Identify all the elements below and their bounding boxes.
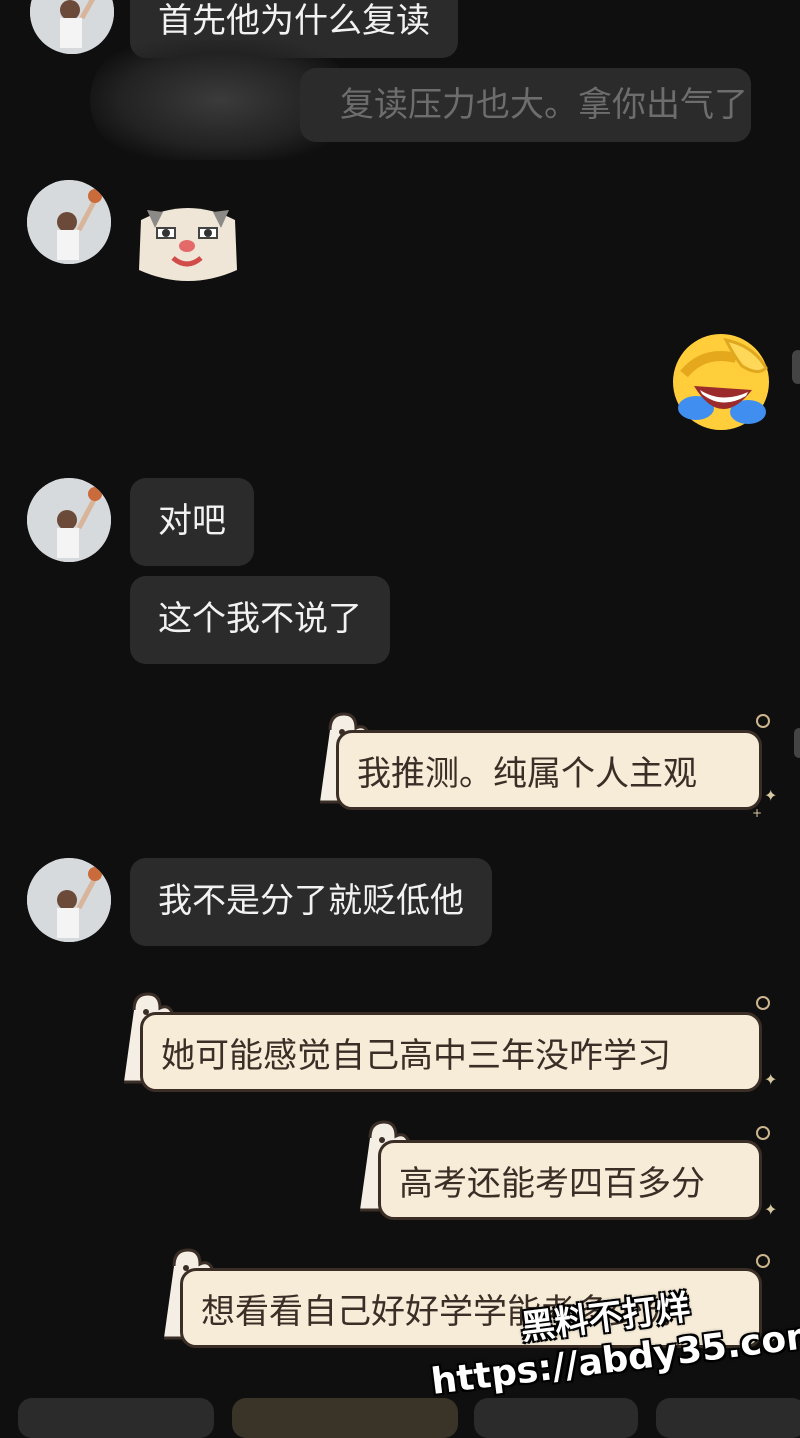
- edge-marker: [792, 350, 800, 384]
- message-bubble[interactable]: 这个我不说了: [130, 576, 390, 664]
- avatar-basketball-player-icon: [27, 180, 111, 264]
- message-text: 复读压力也大。拿你出气了: [340, 85, 748, 125]
- quick-action-chip[interactable]: [656, 1398, 800, 1438]
- avatar[interactable]: [27, 858, 111, 942]
- message-text: 首先他为什么复读: [158, 1, 430, 41]
- sparkle-icon: ✦: [764, 1070, 778, 1089]
- message-bubble[interactable]: 我推测。纯属个人主观: [336, 730, 762, 810]
- message-text: 她可能感觉自己高中三年没咋学习: [161, 1035, 671, 1076]
- message-text: 高考还能考四百多分: [399, 1163, 705, 1204]
- message-text: 这个我不说了: [158, 599, 362, 639]
- avatar[interactable]: [27, 180, 111, 264]
- sparkle-icon: ✦: [764, 1200, 778, 1219]
- message-bubble[interactable]: 对吧: [130, 478, 254, 566]
- laughing-crying-emoji[interactable]: [666, 330, 776, 435]
- decor-circle: [756, 714, 770, 728]
- decor-circle: [756, 1126, 770, 1140]
- bottom-quick-actions: [0, 1398, 800, 1438]
- message-text: 我推测。纯属个人主观: [357, 753, 697, 794]
- avatar[interactable]: [27, 478, 111, 562]
- message-bubble[interactable]: 高考还能考四百多分: [378, 1140, 762, 1220]
- quick-action-chip[interactable]: [232, 1398, 458, 1438]
- avatar-basketball-player-icon: [30, 0, 114, 54]
- avatar-basketball-player-icon: [27, 858, 111, 942]
- decor-circle: [756, 1254, 770, 1268]
- message-text: 我不是分了就贬低他: [158, 881, 464, 921]
- edge-marker: [794, 728, 800, 758]
- cat-face-sticker[interactable]: [133, 200, 243, 288]
- quick-action-chip[interactable]: [474, 1398, 638, 1438]
- decor-circle: [756, 996, 770, 1010]
- message-bubble[interactable]: 我不是分了就贬低他: [130, 858, 492, 946]
- laughing-crying-emoji-icon: [673, 334, 769, 430]
- message-bubble[interactable]: 复读压力也大。拿你出气了: [300, 68, 751, 142]
- message-bubble[interactable]: 她可能感觉自己高中三年没咋学习: [140, 1012, 762, 1092]
- cat-face-icon: [139, 208, 237, 281]
- quick-action-chip[interactable]: [18, 1398, 214, 1438]
- sparkle-icon: ✦: [764, 786, 778, 805]
- avatar[interactable]: [30, 0, 114, 54]
- message-text: 对吧: [158, 501, 226, 541]
- sparkle-icon: +: [752, 806, 763, 820]
- avatar-basketball-player-icon: [27, 478, 111, 562]
